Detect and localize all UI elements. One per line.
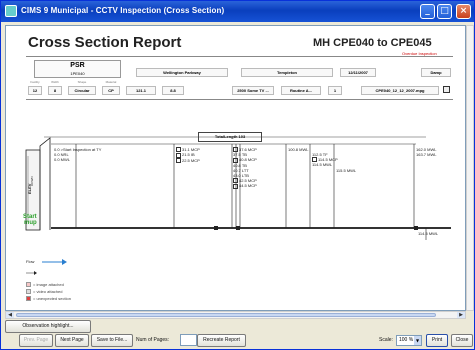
scroll-left-icon[interactable]: ◀ bbox=[6, 312, 14, 318]
app-icon bbox=[5, 5, 17, 17]
save-to-file-button[interactable]: Save to File... bbox=[91, 334, 133, 347]
observation-group-0[interactable]: 0.0 >Start Inspection at TY 0.0 NRL 0.0 … bbox=[54, 147, 101, 162]
start-label-2: mup bbox=[24, 220, 37, 226]
video-check-icon bbox=[233, 183, 238, 189]
vertical-scrollbar[interactable] bbox=[466, 25, 474, 311]
observation-group-4[interactable]: 112.5 TF 114.5 MCP 114.5 MWL bbox=[312, 152, 338, 167]
up-arrow-icon bbox=[34, 271, 37, 275]
minimize-button[interactable]: _ bbox=[420, 4, 435, 19]
print-button[interactable]: Print bbox=[426, 334, 448, 347]
legend-image-attached: = image attached bbox=[26, 282, 64, 288]
chevron-down-icon[interactable]: ▼ bbox=[414, 336, 421, 345]
minimize-icon: _ bbox=[425, 6, 430, 16]
video-check-icon bbox=[176, 158, 181, 164]
report-canvas: Cross Section Report MH CPE040 to CPE045… bbox=[5, 25, 466, 311]
down-label: DOWN bbox=[30, 176, 34, 187]
flow-arrow-icon bbox=[62, 259, 67, 265]
legend-video-attached: = video attached bbox=[26, 289, 62, 295]
horizontal-scrollbar[interactable]: ◀ ▶ bbox=[5, 311, 466, 319]
observation-group-6[interactable]: 162.0 MWL 163.7 MWL bbox=[416, 147, 436, 157]
observation-highlight-button[interactable]: Observation highlight... bbox=[5, 320, 91, 333]
scale-label: Scale: bbox=[379, 337, 393, 343]
observation-group-1[interactable]: 31.1 MCP 21.5 IB 22.5 MCP bbox=[176, 147, 200, 164]
end-mwl-label: 114.5 MWL bbox=[418, 231, 439, 236]
recreate-report-button[interactable]: Recreate Report bbox=[197, 334, 246, 347]
observation-group-3[interactable]: 100.8 MWL bbox=[288, 147, 308, 152]
marker-square-1 bbox=[214, 226, 218, 230]
close-button[interactable]: Close bbox=[451, 334, 473, 347]
title-bar[interactable]: CIMS 9 Municipal - CCTV Inspection (Cros… bbox=[1, 1, 474, 22]
prev-page-button[interactable]: Prev. Page bbox=[19, 334, 53, 347]
marker-square-3 bbox=[414, 226, 418, 230]
close-icon: × bbox=[459, 6, 468, 16]
num-pages-label: Num of Pages: bbox=[136, 337, 170, 343]
scroll-thumb[interactable] bbox=[16, 313, 436, 317]
maximize-icon: □ bbox=[440, 6, 449, 16]
close-window-button[interactable]: × bbox=[456, 4, 471, 19]
flow-label: Flow bbox=[26, 259, 35, 264]
maximize-button[interactable]: □ bbox=[437, 4, 452, 19]
main-window: CIMS 9 Municipal - CCTV Inspection (Cros… bbox=[0, 0, 475, 350]
observation-group-5[interactable]: 115.5 MWL bbox=[336, 168, 356, 173]
window-title: CIMS 9 Municipal - CCTV Inspection (Cros… bbox=[21, 6, 225, 15]
marker-square-2 bbox=[236, 226, 240, 230]
scale-select[interactable]: 100 % ▼ bbox=[396, 335, 422, 346]
start-manhole-cone bbox=[39, 137, 51, 230]
legend-unexpected-section: = unexpected section bbox=[26, 296, 71, 302]
num-pages-input[interactable] bbox=[180, 334, 197, 346]
observation-group-2[interactable]: 37.6 MCP 37.5 TB 40.8 MCP 40.8 TB 40.7 L… bbox=[233, 147, 257, 189]
next-page-button[interactable]: Next Page bbox=[55, 334, 89, 347]
scroll-right-icon[interactable]: ▶ bbox=[457, 312, 465, 318]
